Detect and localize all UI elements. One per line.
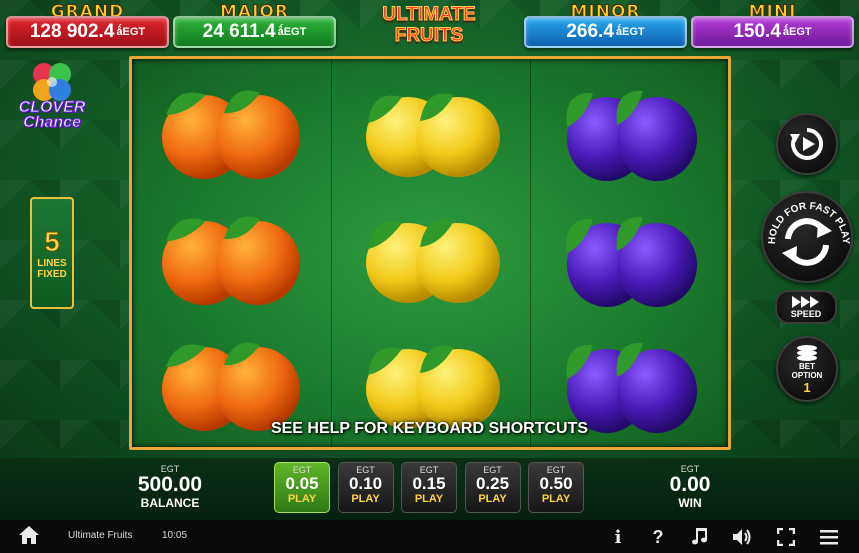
jackpot-grand-currency: ǻEGT [116, 26, 146, 38]
bet-value: 0.50 [539, 474, 573, 493]
jackpot-major-value: 24 611.4 ǻEGT [173, 16, 336, 48]
balance-display: EGT 500.00 BALANCE [120, 464, 220, 510]
autoplay-button[interactable] [776, 113, 838, 175]
reel-2 [331, 59, 529, 447]
symbol-orange [132, 193, 330, 321]
footer-clock: 10:05 [162, 530, 188, 541]
jackpot-major: MAJOR 24 611.4 ǻEGT [173, 2, 336, 48]
symbol-plum [531, 193, 729, 321]
spin-button[interactable]: HOLD FOR FAST PLAY [761, 191, 853, 283]
clover-chance-logo: CLOVER Chance [14, 60, 90, 142]
symbol-plum [531, 67, 729, 195]
fullscreen-button[interactable] [774, 525, 798, 549]
jackpot-grand-value: 128 902.4 ǻEGT [6, 16, 169, 48]
reel-1 [132, 59, 330, 447]
bet-option-label-line1: BET [798, 361, 815, 371]
jackpot-mini-currency: ǻEGT [782, 26, 812, 38]
bet-value: 0.15 [412, 474, 446, 493]
orange-icon [162, 90, 300, 179]
symbol-lemon [332, 67, 530, 195]
bet-option-button[interactable]: BET OPTION 1 [776, 336, 838, 402]
coin-stack-icon [797, 344, 817, 361]
jackpot-mini: MINI 150.4 ǻEGT [691, 2, 854, 48]
menu-icon [820, 530, 838, 545]
bet-bar: EGT 500.00 BALANCE EGT 0.05 PLAY EGT 0.10 PLA… [0, 458, 859, 520]
svg-text:HOLD FOR FAST PLAY: HOLD FOR FAST PLAY [767, 201, 851, 245]
home-button[interactable] [18, 524, 40, 546]
jackpot-minor-value: 266.4 ǻEGT [524, 16, 687, 48]
keyboard-shortcuts-hint: SEE HELP FOR KEYBOARD SHORTCUTS [270, 420, 589, 437]
balance-label: BALANCE [140, 496, 200, 510]
bet-button-4[interactable]: EGT 0.25 PLAY [464, 462, 521, 513]
info-button[interactable]: i [606, 525, 630, 549]
bet-play-label: PLAY [541, 493, 571, 505]
clover-logo-line2: Chance [23, 114, 82, 131]
jackpot-grand: GRAND 128 902.4 ǻEGT [6, 2, 169, 48]
jackpot-major-amount: 24 611.4 [202, 21, 276, 42]
info-icon: i [614, 526, 622, 548]
lines-label-line2: FIXED [37, 269, 67, 280]
bet-play-label: PLAY [414, 493, 444, 505]
jackpot-minor-currency: ǻEGT [615, 26, 645, 38]
fast-forward-icon [792, 296, 819, 308]
lines-label-line1: LINES [37, 258, 67, 269]
bet-play-label: PLAY [478, 493, 507, 505]
home-icon [19, 526, 39, 544]
autoplay-icon [790, 127, 824, 160]
bet-button-5[interactable]: EGT 0.50 PLAY [528, 462, 584, 513]
lemon-icon [366, 93, 500, 177]
spin-hint-text: HOLD FOR FAST PLAY [767, 201, 851, 245]
speed-label: SPEED [790, 309, 822, 319]
bet-button-2[interactable]: EGT 0.10 PLAY [337, 462, 394, 513]
jackpot-mini-amount: 150.4 [733, 21, 781, 42]
bet-value: 0.05 [285, 474, 319, 493]
bet-button-3[interactable]: EGT 0.15 PLAY [401, 462, 457, 513]
symbol-orange [132, 67, 330, 195]
lines-label: LINES FIXED [37, 258, 66, 280]
reel-frame [129, 56, 731, 450]
help-button[interactable]: ? [646, 525, 670, 549]
win-display: EGT 0.00 WIN [640, 464, 740, 510]
lines-fixed-indicator: 5 LINES FIXED [30, 197, 74, 309]
orange-icon [162, 216, 300, 305]
bet-option-label: BET OPTION [792, 362, 823, 380]
reel-3 [530, 59, 728, 447]
bet-option-value: 1 [803, 379, 811, 395]
game-logo-line1: ULTIMATE [382, 4, 476, 26]
bet-play-label: PLAY [351, 493, 380, 505]
game-logo: ULTIMATE FRUITS [364, 4, 494, 50]
clover-logo-line1: CLOVER [18, 99, 86, 116]
spin-hint-label: HOLD FOR FAST PLAY [767, 201, 851, 245]
speed-button[interactable]: SPEED [775, 290, 837, 324]
help-icon: ? [652, 526, 664, 547]
footer-bar: Ultimate Fruits 10:05 i ? [0, 520, 859, 553]
sound-button[interactable] [730, 525, 754, 549]
bet-value: 0.10 [348, 474, 383, 493]
win-value: 0.00 [669, 473, 711, 496]
jackpot-minor-amount: 266.4 [566, 21, 614, 42]
footer-game-name: Ultimate Fruits [68, 530, 133, 541]
lines-count: 5 [44, 226, 61, 258]
plum-icon [566, 90, 697, 181]
jackpot-major-currency: ǻEGT [277, 26, 307, 38]
jackpot-grand-amount: 128 902.4 [29, 21, 115, 42]
bet-option-label-line2: OPTION [791, 370, 823, 380]
plum-icon [566, 216, 697, 307]
bet-button-1[interactable]: EGT 0.05 PLAY [274, 462, 330, 513]
game-stage: GRAND 128 902.4 ǻEGT MAJOR 24 611.4 ǻEGT U… [0, 0, 859, 458]
music-icon [692, 528, 707, 545]
jackpot-mini-value: 150.4 ǻEGT [691, 16, 854, 48]
game-logo-line2: FRUITS [394, 25, 464, 47]
win-label: WIN [678, 496, 702, 510]
menu-button[interactable] [817, 525, 841, 549]
music-button[interactable] [688, 525, 712, 549]
fullscreen-icon [777, 528, 795, 546]
bet-play-label: PLAY [287, 493, 317, 505]
bet-value: 0.25 [475, 474, 510, 493]
balance-value: 500.00 [137, 473, 203, 496]
jackpot-minor: MINOR 266.4 ǻEGT [524, 2, 687, 48]
sound-icon [733, 529, 751, 545]
symbol-lemon [332, 193, 530, 321]
lemon-icon [366, 219, 500, 303]
